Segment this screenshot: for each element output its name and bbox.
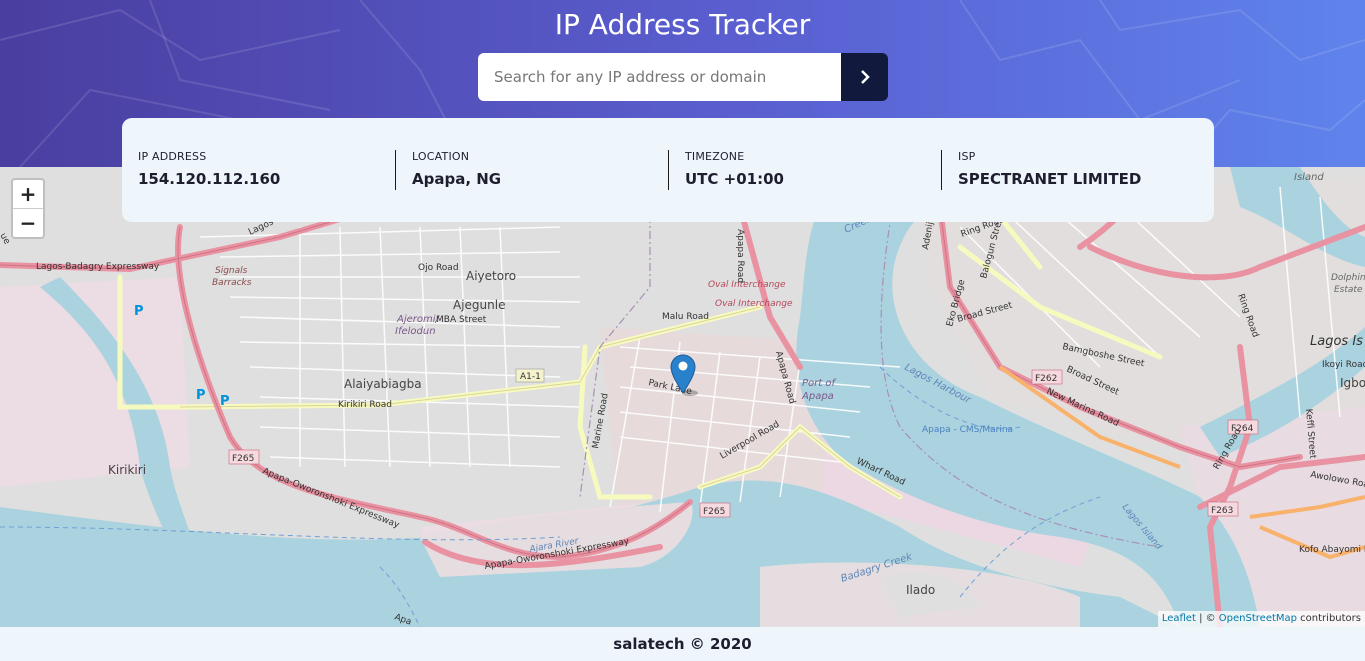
map-label: F265 (232, 454, 254, 464)
map-label: F265 (703, 507, 725, 517)
map-label: Alaiyabiagba (344, 377, 422, 391)
parking-icon: P (134, 304, 144, 319)
info-label: ISP (958, 150, 976, 163)
map-label: Port of (802, 378, 836, 389)
map-label: MBA Street (436, 315, 487, 325)
map-label: Lagos Is (1310, 334, 1363, 349)
map-label: Ifelodun (395, 326, 436, 337)
search-input[interactable] (478, 53, 841, 101)
map-label: Malu Road (662, 312, 709, 322)
info-label: LOCATION (412, 150, 470, 163)
zoom-in-button[interactable]: + (13, 180, 43, 209)
map-label: Kirikiri (108, 463, 146, 477)
info-timezone: TIMEZONE UTC +01:00 (668, 150, 941, 190)
parking-icon: P (196, 388, 206, 403)
info-isp: ISP SPECTRANET LIMITED (941, 150, 1214, 190)
chevron-right-icon (860, 70, 870, 84)
attribution-contributors: contributors (1297, 613, 1361, 624)
zoom-out-button[interactable]: − (13, 209, 43, 237)
map-label: F263 (1211, 506, 1233, 516)
map-label: Igbo (1340, 376, 1365, 390)
map-label: Apapa Road (735, 229, 745, 283)
map-label: Kirikiri Road (338, 400, 392, 410)
map-label: Lagos-Badagry Expressway (36, 262, 160, 272)
info-label: TIMEZONE (685, 150, 745, 163)
map-label: Estate (1334, 285, 1363, 295)
map-label: Apapa - CMS/Marina (922, 425, 1013, 435)
map-label: Kofo Abayomi R (1299, 545, 1365, 555)
search-bar (478, 53, 888, 101)
map-attribution: Leaflet | © OpenStreetMap contributors (1157, 611, 1365, 627)
map-label: Oval Interchange (715, 299, 793, 309)
map-tiles: Lagos-Badagry Expressway Signals Barrack… (0, 167, 1365, 627)
map-label: A1-1 (520, 372, 541, 382)
map-label: Barracks (212, 278, 252, 288)
map-label: Ilado (906, 583, 935, 597)
map-label: Oval Interchange (708, 280, 786, 290)
info-value: SPECTRANET LIMITED (958, 170, 1142, 188)
zoom-controls: + − (11, 178, 45, 239)
footer-text: salatech © 2020 (613, 635, 752, 653)
map-label: Signals (215, 266, 248, 276)
map-label: Dolphin (1331, 273, 1365, 283)
map-label: Apapa (801, 391, 834, 402)
info-label: IP ADDRESS (138, 150, 207, 163)
page-title: IP Address Tracker (554, 8, 811, 41)
leaflet-link[interactable]: Leaflet (1162, 613, 1196, 624)
info-value: UTC +01:00 (685, 170, 784, 188)
map-label: Aiyetoro (466, 269, 516, 283)
map-label: Ojo Road (418, 263, 459, 273)
info-value: 154.120.112.160 (138, 170, 281, 188)
search-submit-button[interactable] (841, 53, 888, 101)
openstreetmap-link[interactable]: OpenStreetMap (1219, 613, 1297, 624)
attribution-separator: | © (1195, 613, 1219, 624)
map-label: Ajeromi/ (396, 314, 441, 325)
map[interactable]: Lagos-Badagry Expressway Signals Barrack… (0, 167, 1365, 627)
map-label: Island (1294, 172, 1324, 183)
info-value: Apapa, NG (412, 170, 502, 188)
map-label: Ajegunle (453, 298, 505, 312)
map-label: F262 (1035, 374, 1057, 384)
info-ip-address: IP ADDRESS 154.120.112.160 (122, 150, 395, 190)
info-card: IP ADDRESS 154.120.112.160 LOCATION Apap… (122, 118, 1214, 222)
parking-icon: P (220, 394, 230, 409)
footer: salatech © 2020 (0, 627, 1365, 661)
map-label: Ikoyi Road (1322, 360, 1365, 370)
info-location: LOCATION Apapa, NG (395, 150, 668, 190)
